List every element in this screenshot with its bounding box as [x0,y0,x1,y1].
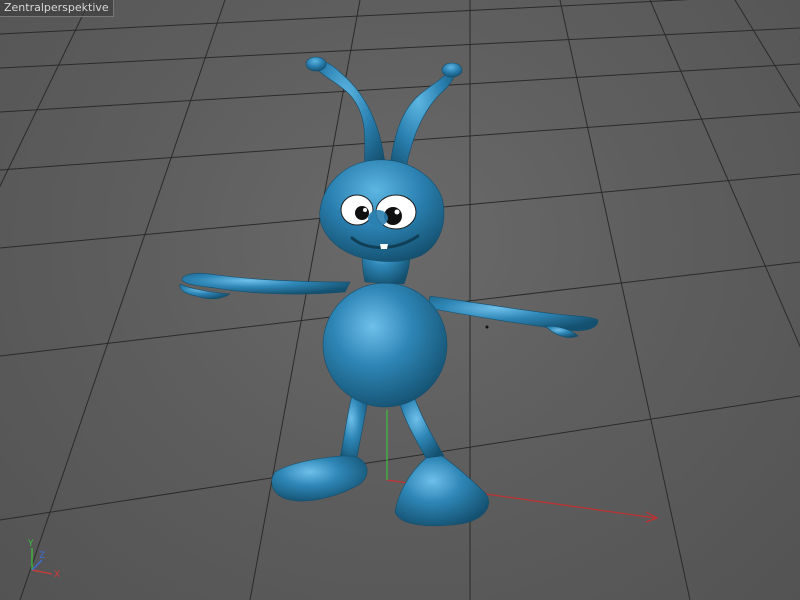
viewport-camera-label[interactable]: Zentralperspektive [0,0,114,17]
gizmo-y-label: Y [27,539,34,549]
gizmo-x-label: X [54,570,60,580]
axis-gizmo-icon: Y X Z [27,539,60,580]
viewport-3d[interactable]: Y X Z Zentralperspektive [0,0,800,600]
gizmo-z-label: Z [39,551,45,561]
